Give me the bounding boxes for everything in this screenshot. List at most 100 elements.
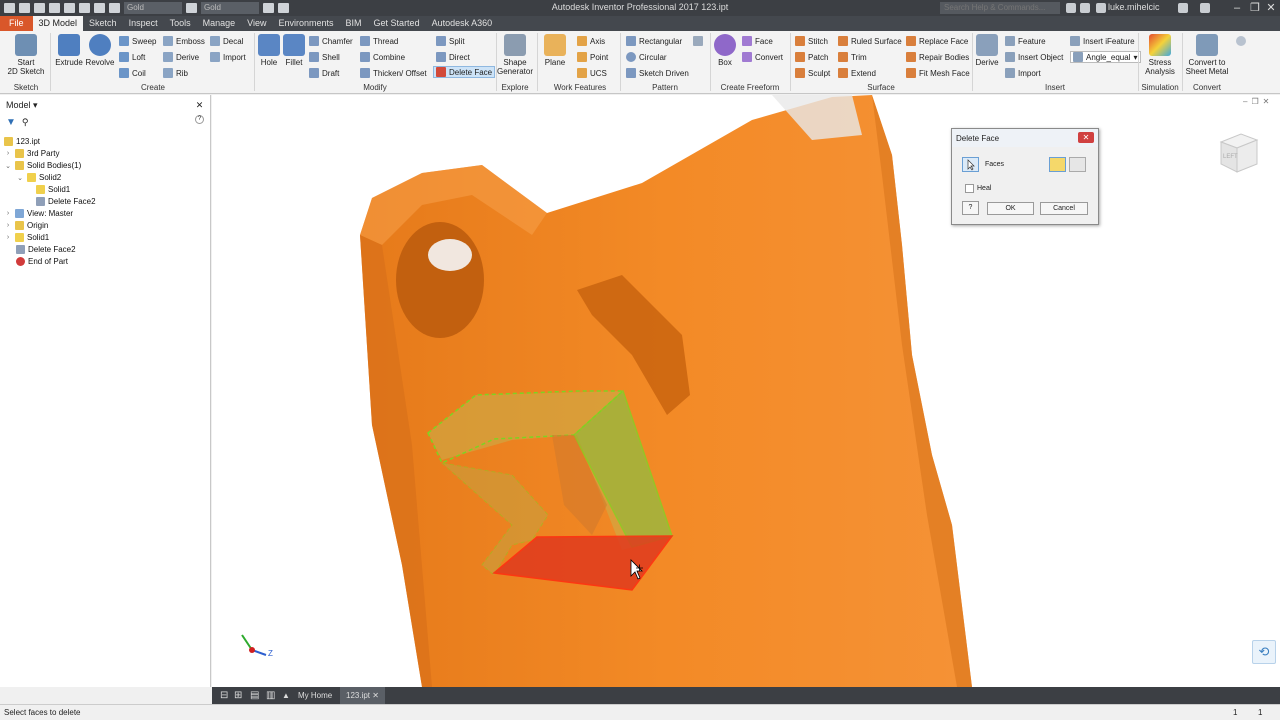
chamfer-button[interactable]: Chamfer [309,36,353,46]
rectangular-pattern-button[interactable]: Rectangular [626,36,682,46]
close-view-icon[interactable]: ✕ [1263,97,1270,106]
mirror-icon[interactable] [693,36,703,46]
tab-3d-model[interactable]: 3D Model [32,16,84,31]
help-icon[interactable]: ? [962,201,979,215]
fillet-button[interactable]: Fillet [282,34,306,67]
rib-button[interactable]: Rib [163,68,188,78]
plane-button[interactable]: Plane [541,34,569,67]
freeform-face-button[interactable]: Face [742,36,773,46]
extend-button[interactable]: Extend [838,68,876,78]
dialog-close-button[interactable]: ✕ [1078,132,1094,143]
decal-button[interactable]: Decal [210,36,243,46]
delete-face-button[interactable]: Delete Face [433,66,496,78]
close-tab-icon[interactable]: ✕ [372,691,379,700]
tree-item-delete-face2[interactable]: Delete Face2 [16,245,76,254]
cancel-button[interactable]: Cancel [1040,202,1088,215]
dialog-title[interactable]: Delete Face [952,129,1098,147]
model-canvas[interactable]: Z [212,95,1280,687]
update-icon[interactable] [109,3,120,13]
draft-button[interactable]: Draft [309,68,339,78]
tree-item-solid1-child[interactable]: Solid1 [36,185,70,194]
customize-icon[interactable] [278,3,289,13]
part-model[interactable] [360,95,972,687]
appearance-dropdown[interactable]: Gold [124,2,182,14]
tab-sketch[interactable]: Sketch [83,16,123,31]
heal-checkbox[interactable] [965,184,974,193]
expand-icon[interactable]: › [4,234,12,241]
browser-title[interactable]: Model ▾ [6,100,38,110]
hole-button[interactable]: Hole [257,34,281,67]
emboss-button[interactable]: Emboss [163,36,205,46]
tab-environments[interactable]: Environments [273,16,340,31]
collapse-icon[interactable]: ⌄ [4,162,12,170]
exchange-icon[interactable] [1178,3,1188,13]
minimize-button[interactable]: – [1228,1,1246,15]
binoculars-icon[interactable]: ⚲ [22,117,29,128]
insert-object-button[interactable]: Insert Object [1005,52,1063,62]
help-icon[interactable] [1200,3,1210,13]
revolve-button[interactable]: Revolve [85,34,115,67]
tab-get-started[interactable]: Get Started [368,16,426,31]
color-override-icon[interactable] [186,3,197,13]
ribbon-options-icon[interactable] [1236,36,1246,46]
tree-item-3rd-party[interactable]: › 3rd Party [4,149,59,158]
axis-button[interactable]: Axis [577,36,605,46]
circular-pattern-button[interactable]: Circular [626,52,667,62]
combine-button[interactable]: Combine [360,52,405,62]
freeform-convert-button[interactable]: Convert [742,52,783,62]
insert-import-button[interactable]: Import [1005,68,1041,78]
user-name[interactable]: luke.mihelcic [1108,2,1160,12]
extrude-button[interactable]: Extrude [54,34,84,67]
save-icon[interactable] [49,3,60,13]
material-dropdown[interactable]: Gold [201,2,259,14]
sweep-button[interactable]: Sweep [119,36,156,46]
redo-icon[interactable] [79,3,90,13]
faces-select-button[interactable] [962,157,979,172]
tab-tools[interactable]: Tools [164,16,197,31]
navigation-wheel-icon[interactable]: ⟲ [1252,640,1276,664]
loft-button[interactable]: Loft [119,52,145,62]
tree-item-solid2[interactable]: ⌄ Solid2 [16,173,61,182]
view-cube[interactable]: LEFT [1213,128,1261,176]
graphics-viewport[interactable]: Z [212,95,1280,687]
measure-icon[interactable] [263,3,274,13]
undo-icon[interactable] [64,3,75,13]
trim-button[interactable]: Trim [838,52,867,62]
tab-autodesk-a360[interactable]: Autodesk A360 [426,16,499,31]
tree-item-123-ipt[interactable]: 123.ipt [4,137,40,146]
insert-ifeature-button[interactable]: Insert iFeature [1070,36,1135,46]
tree-item-solid-bodies[interactable]: ⌄ Solid Bodies(1) [4,161,81,170]
patch-button[interactable]: Patch [795,52,828,62]
import-button[interactable]: Import [210,52,246,62]
expand-icon[interactable]: › [4,210,12,217]
help-search-input[interactable] [940,2,1060,14]
stitch-button[interactable]: Stitch [795,36,828,46]
help-circle-icon[interactable]: ? [195,115,204,124]
start-2d-sketch-button[interactable]: Start 2D Sketch [6,34,46,76]
convert-to-sheet-metal-button[interactable]: Convert to Sheet Metal [1185,34,1229,76]
ruled-surface-button[interactable]: Ruled Surface [838,36,902,46]
minimize-view-icon[interactable]: – [1243,97,1247,106]
tab-bim[interactable]: BIM [340,16,368,31]
home-icon[interactable] [94,3,105,13]
stress-analysis-button[interactable]: Stress Analysis [1142,34,1178,76]
tab-file[interactable]: File [0,16,33,31]
insert-derive-button[interactable]: Derive [975,34,999,67]
sketch-driven-pattern-button[interactable]: Sketch Driven [626,68,689,78]
tree-item-delete-face2-child[interactable]: Delete Face2 [36,197,96,206]
shell-button[interactable]: Shell [309,52,340,62]
expand-icon[interactable]: › [4,150,12,157]
tab-manage[interactable]: Manage [197,16,242,31]
split-button[interactable]: Split [436,36,465,46]
tab-view[interactable]: View [241,16,272,31]
thread-button[interactable]: Thread [360,36,398,46]
fit-mesh-face-button[interactable]: Fit Mesh Face [906,68,970,78]
restore-view-icon[interactable]: ❐ [1251,97,1258,106]
derive-button[interactable]: Derive [163,52,199,62]
sculpt-button[interactable]: Sculpt [795,68,830,78]
collapse-icon[interactable]: ⌄ [16,174,24,182]
shape-generator-button[interactable]: Shape Generator [497,34,533,76]
new-icon[interactable] [19,3,30,13]
freeform-box-button[interactable]: Box [713,34,737,67]
ifeature-dropdown[interactable]: Angle_equal ▾ [1070,51,1141,63]
